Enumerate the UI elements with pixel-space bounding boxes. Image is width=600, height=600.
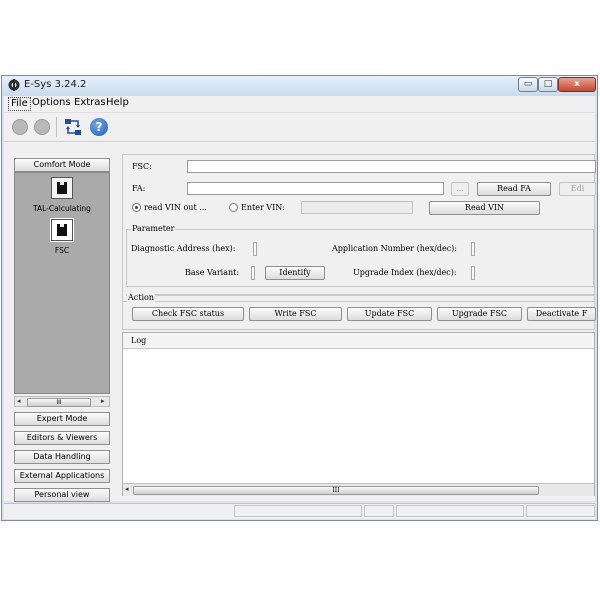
comfort-mode-button[interactable]: Comfort Mode xyxy=(14,158,110,172)
scroll-right-icon[interactable]: ▸ xyxy=(101,397,105,406)
update-fsc-button[interactable]: Update FSC xyxy=(347,307,432,321)
toolbar-separator xyxy=(56,117,57,137)
vin-input[interactable] xyxy=(301,201,413,214)
toolbar: ? xyxy=(4,113,595,142)
menu-file[interactable]: File xyxy=(8,97,31,111)
diagnostic-address-field[interactable] xyxy=(253,242,257,256)
scroll-thumb[interactable]: III xyxy=(133,486,539,495)
action-group: Action Check FSC status Write FSC Update… xyxy=(122,293,596,330)
read-vin-button[interactable]: Read VIN xyxy=(429,201,540,215)
base-variant-label: Base Variant: xyxy=(185,268,240,277)
upgrade-fsc-button[interactable]: Upgrade FSC xyxy=(437,307,522,321)
back-icon[interactable] xyxy=(12,119,28,135)
scroll-left-icon[interactable]: ◂ xyxy=(17,397,21,406)
fsc-main-box: FSC: FA: ... Read FA Edi read VIN out ..… xyxy=(122,154,596,302)
client-area: Comfort Mode TAL-Calculating FSC ◂ III ▸… xyxy=(4,142,596,502)
edit-fa-button[interactable]: Edi xyxy=(559,182,596,196)
tool-label: TAL-Calculating xyxy=(33,204,91,213)
status-bar xyxy=(4,503,595,519)
minimize-button[interactable]: ▭ xyxy=(518,77,538,92)
upgrade-index-field[interactable] xyxy=(471,266,475,280)
help-icon[interactable]: ? xyxy=(90,118,108,136)
action-title: Action xyxy=(127,293,155,302)
tool-fsc[interactable]: FSC xyxy=(15,218,109,255)
enter-vin-label: Enter VIN: xyxy=(241,203,285,212)
upgrade-index-label: Upgrade Index (hex/dec): xyxy=(353,268,457,277)
log-header: Log xyxy=(123,333,594,349)
status-pane xyxy=(396,505,524,517)
tool-label: FSC xyxy=(54,246,70,255)
action-placeholder xyxy=(126,294,594,296)
sidebar-scrollbar[interactable]: ◂ III ▸ xyxy=(14,396,110,407)
expert-mode-button[interactable]: Expert Mode xyxy=(14,412,110,426)
title-bar: E-Sys 3.24.2 ▭ □ x xyxy=(2,76,597,96)
scroll-left-icon[interactable]: ◂ xyxy=(125,485,129,494)
read-vin-out-label: read VIN out ... xyxy=(144,203,207,212)
application-number-label: Application Number (hex/dec): xyxy=(332,244,457,253)
read-vin-out-radio[interactable] xyxy=(132,203,141,212)
menu-options[interactable]: Options xyxy=(30,97,73,108)
identify-button[interactable]: Identify xyxy=(265,266,325,280)
parameter-title: Parameter xyxy=(131,224,176,233)
status-pane xyxy=(364,505,394,517)
fsc-input[interactable] xyxy=(187,160,596,173)
write-fsc-button[interactable]: Write FSC xyxy=(249,307,342,321)
sidebar: Comfort Mode TAL-Calculating FSC ◂ III ▸… xyxy=(12,150,112,502)
window-title: E-Sys 3.24.2 xyxy=(24,79,87,90)
fa-label: FA: xyxy=(132,184,146,193)
base-variant-field[interactable] xyxy=(251,266,255,280)
deactivate-fsc-button[interactable]: Deactivate F xyxy=(527,307,596,321)
application-window: E-Sys 3.24.2 ▭ □ x File Options Extras H… xyxy=(1,75,598,521)
menu-bar: File Options Extras Help xyxy=(4,96,595,113)
menu-help[interactable]: Help xyxy=(104,97,131,108)
tool-panel: TAL-Calculating FSC xyxy=(14,172,110,394)
tool-tal-calculating[interactable]: TAL-Calculating xyxy=(15,177,109,213)
diagnostic-address-label: Diagnostic Address (hex): xyxy=(131,244,236,253)
data-handling-button[interactable]: Data Handling xyxy=(14,450,110,464)
fa-input[interactable] xyxy=(187,182,444,195)
log-scrollbar[interactable]: ◂ III xyxy=(123,483,594,496)
fsc-panel: FSC: FA: ... Read FA Edi read VIN out ..… xyxy=(120,150,596,496)
personal-view-button[interactable]: Personal view xyxy=(14,488,110,502)
chip-icon xyxy=(51,177,73,199)
read-fa-button[interactable]: Read FA xyxy=(477,182,551,196)
menu-extras[interactable]: Extras xyxy=(72,97,108,108)
application-number-field[interactable] xyxy=(471,242,475,256)
forward-icon[interactable] xyxy=(34,119,50,135)
close-button[interactable]: x xyxy=(558,77,596,92)
browse-fa-button[interactable]: ... xyxy=(451,182,469,196)
log-title: Log xyxy=(131,336,147,345)
enter-vin-radio[interactable] xyxy=(229,203,238,212)
parameter-group: Parameter Diagnostic Address (hex): Appl… xyxy=(126,224,594,287)
app-logo-icon xyxy=(8,79,20,91)
log-panel: Log ◂ III xyxy=(122,332,595,496)
chip-icon xyxy=(50,218,74,242)
scroll-thumb[interactable]: III xyxy=(27,398,91,407)
editors-viewers-button[interactable]: Editors & Viewers xyxy=(14,431,110,445)
external-applications-button[interactable]: External Applications xyxy=(14,469,110,483)
status-pane xyxy=(526,505,595,517)
maximize-button[interactable]: □ xyxy=(538,77,558,92)
connect-icon[interactable] xyxy=(62,117,84,137)
fsc-label: FSC: xyxy=(132,162,152,171)
status-pane xyxy=(234,505,362,517)
check-fsc-status-button[interactable]: Check FSC status xyxy=(132,307,244,321)
